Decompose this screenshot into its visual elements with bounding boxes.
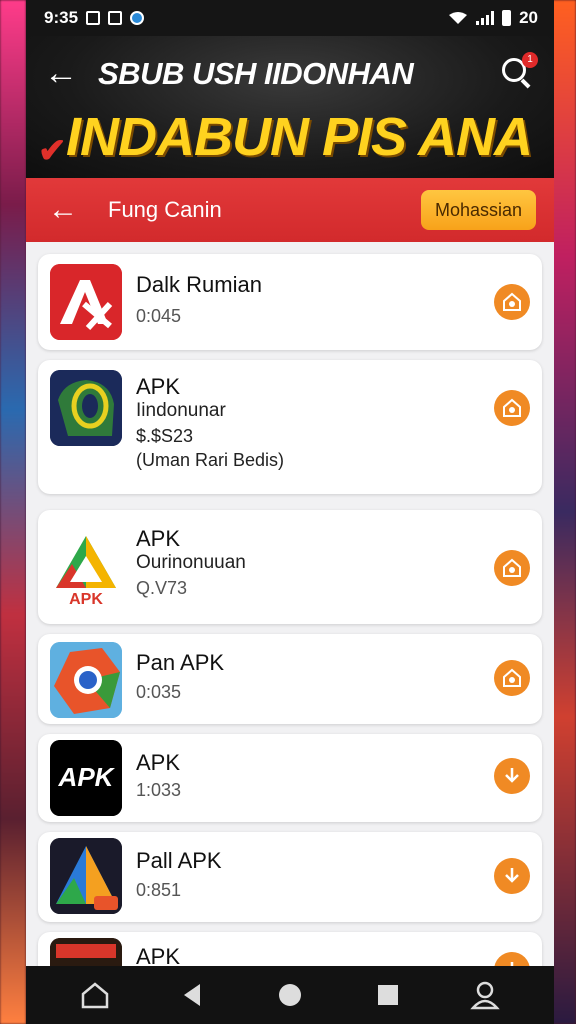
list-item[interactable]: APK Iindonunar $.$S23 (Uman Rari Bedis) (38, 360, 542, 494)
app-name: APK (136, 526, 181, 551)
apk-text-icon: APK (50, 740, 122, 816)
status-right-text: 20 (519, 8, 538, 27)
toolbar-action-button[interactable]: Mohassian (420, 190, 536, 230)
profile-icon[interactable] (465, 975, 505, 1015)
download-icon[interactable] (494, 758, 530, 794)
app-name: APK (136, 750, 181, 775)
download-icon[interactable] (494, 858, 530, 894)
banner-header: ← SBUB USH IIDONHAN 1 ✔ INDABUN PIS ANA (26, 36, 554, 178)
recents-square-icon[interactable] (368, 975, 408, 1015)
install-icon[interactable] (494, 660, 530, 696)
app-notification-icon (130, 11, 145, 25)
notification-icon (86, 11, 101, 25)
checkmark-icon: ✔ (38, 132, 67, 170)
circle-logo-icon (50, 642, 122, 718)
banner-title: SBUB USH IIDONHAN (98, 56, 414, 91)
app-name: Pan APK (136, 650, 225, 675)
apk-triangle-icon: APK (50, 530, 122, 606)
list-item[interactable]: Pall APK 0:851 (38, 832, 542, 922)
svg-text:APK: APK (69, 591, 103, 606)
wifi-icon (449, 12, 468, 24)
app-subtitle: Ourinonuuan (136, 552, 246, 573)
list-item[interactable]: APK APK 1:033 (38, 734, 542, 822)
app-meta: 0:035 (136, 682, 182, 702)
list-item[interactable]: Dalk Rumian 0:045 (38, 254, 542, 350)
install-icon[interactable] (494, 390, 530, 426)
back-arrow-icon[interactable]: ← (44, 56, 78, 90)
app-subtitle: Iindonunar (136, 400, 226, 421)
sim-icon (108, 11, 123, 25)
status-time: 9:35 (44, 8, 79, 27)
background-left (0, 0, 26, 1024)
battery-icon (502, 10, 512, 26)
app-extra: (Uman Rari Bedis) (136, 450, 285, 470)
install-icon[interactable] (494, 284, 530, 320)
app-meta: 0:851 (136, 880, 182, 900)
phone-screen: 9:35 20 ← SBUB USH IIDONHAN 1 ✔ INDABUN … (26, 0, 554, 1024)
back-triangle-icon[interactable] (172, 975, 212, 1015)
app-name: Pall APK (136, 848, 222, 873)
app-meta: 1:033 (136, 780, 182, 800)
app-meta: $.$S23 (136, 426, 194, 446)
app-list: Dalk Rumian 0:045 APK Iindonunar $.$S23 … (26, 242, 554, 1014)
toolbar-back-icon[interactable]: ← (48, 195, 78, 225)
list-item[interactable]: APK APK Ourinonuuan Q.V73 (38, 510, 542, 624)
install-icon[interactable] (494, 550, 530, 586)
search-badge: 1 (522, 52, 538, 68)
app-meta: Q.V73 (136, 578, 188, 598)
apk-gradient-icon (50, 838, 122, 914)
search-icon[interactable]: 1 (500, 52, 538, 90)
home-circle-icon[interactable] (270, 975, 310, 1015)
svg-text:APK: APK (58, 762, 116, 792)
ax-logo-icon (50, 264, 122, 340)
banner-headline: INDABUN PIS ANA (66, 107, 533, 167)
bottom-navigation (26, 966, 554, 1024)
app-name: Dalk Rumian (136, 272, 262, 297)
status-bar: 9:35 20 (26, 0, 554, 36)
toolbar: ← Fung Canin Mohassian (26, 178, 554, 242)
list-item[interactable]: Pan APK 0:035 (38, 634, 542, 724)
home-icon[interactable] (75, 975, 115, 1015)
signal-icon (476, 11, 495, 25)
eye-logo-icon (50, 370, 122, 446)
toolbar-title: Fung Canin (108, 197, 222, 222)
app-meta: 0:045 (136, 306, 182, 326)
app-name: APK (136, 374, 181, 399)
